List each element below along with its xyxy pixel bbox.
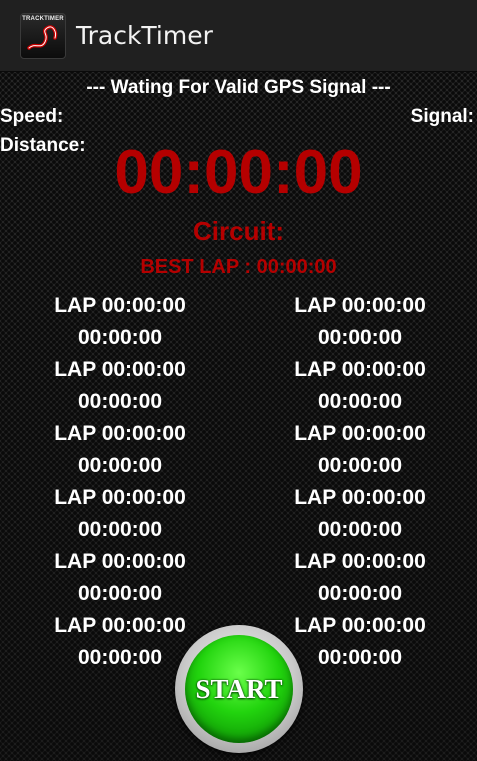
circuit-label: Circuit: (193, 216, 284, 246)
lap-time: 00:00:00 (77, 326, 163, 349)
lap-time: 00:00:00 (317, 390, 403, 413)
lap-item: LAP 00:00:00 00:00:00 (240, 354, 477, 418)
lap-column-left: LAP 00:00:00 00:00:00 LAP 00:00:00 00:00:0… (0, 290, 240, 674)
start-button[interactable]: START (175, 625, 303, 753)
lap-time: 00:00:00 (77, 518, 163, 541)
lap-label: LAP 00:00:00 (294, 358, 426, 381)
gps-status-message: --- Wating For Valid GPS Signal --- (86, 77, 391, 98)
lap-item: LAP 00:00:00 00:00:00 (240, 482, 477, 546)
lap-item: LAP 00:00:00 00:00:00 (240, 290, 477, 354)
timer-screen: --- Wating For Valid GPS Signal --- Spee… (0, 72, 477, 761)
speed-label: Speed: (0, 106, 64, 127)
lap-time: 00:00:00 (317, 326, 403, 349)
race-track-icon (27, 24, 58, 50)
lap-time: 00:00:00 (317, 454, 403, 477)
action-bar: TRACKTIMER TrackTimer (0, 0, 477, 72)
main-timer: 00:00:00 (114, 138, 363, 207)
lap-item: LAP 00:00:00 00:00:00 (240, 418, 477, 482)
app-title: TrackTimer (76, 21, 213, 50)
lap-label: LAP 00:00:00 (294, 422, 426, 445)
lap-label: LAP 00:00:00 (294, 550, 426, 573)
lap-label: LAP 00:00:00 (54, 294, 186, 317)
start-button-label: START (195, 674, 283, 704)
lap-time: 00:00:00 (77, 454, 163, 477)
lap-label: LAP 00:00:00 (294, 294, 426, 317)
lap-time: 00:00:00 (77, 582, 163, 605)
lap-item: LAP 00:00:00 00:00:00 (240, 546, 477, 610)
lap-time: 00:00:00 (317, 582, 403, 605)
lap-label: LAP 00:00:00 (294, 486, 426, 509)
lap-label: LAP 00:00:00 (54, 358, 186, 381)
lap-item: LAP 00:00:00 00:00:00 (0, 290, 240, 354)
lap-time: 00:00:00 (317, 518, 403, 541)
lap-label: LAP 00:00:00 (54, 486, 186, 509)
lap-item: LAP 00:00:00 00:00:00 (0, 482, 240, 546)
lap-item: LAP 00:00:00 00:00:00 (0, 418, 240, 482)
lap-label: LAP 00:00:00 (54, 422, 186, 445)
signal-label: Signal: (410, 106, 474, 127)
app-logo-icon[interactable]: TRACKTIMER (20, 12, 66, 59)
best-lap-time: BEST LAP : 00:00:00 (140, 256, 337, 278)
lap-time: 00:00:00 (77, 390, 163, 413)
lap-item: LAP 00:00:00 00:00:00 (0, 354, 240, 418)
lap-column-right: LAP 00:00:00 00:00:00 LAP 00:00:00 00:00:0… (240, 290, 477, 674)
lap-label: LAP 00:00:00 (54, 550, 186, 573)
lap-item: LAP 00:00:00 00:00:00 (0, 546, 240, 610)
